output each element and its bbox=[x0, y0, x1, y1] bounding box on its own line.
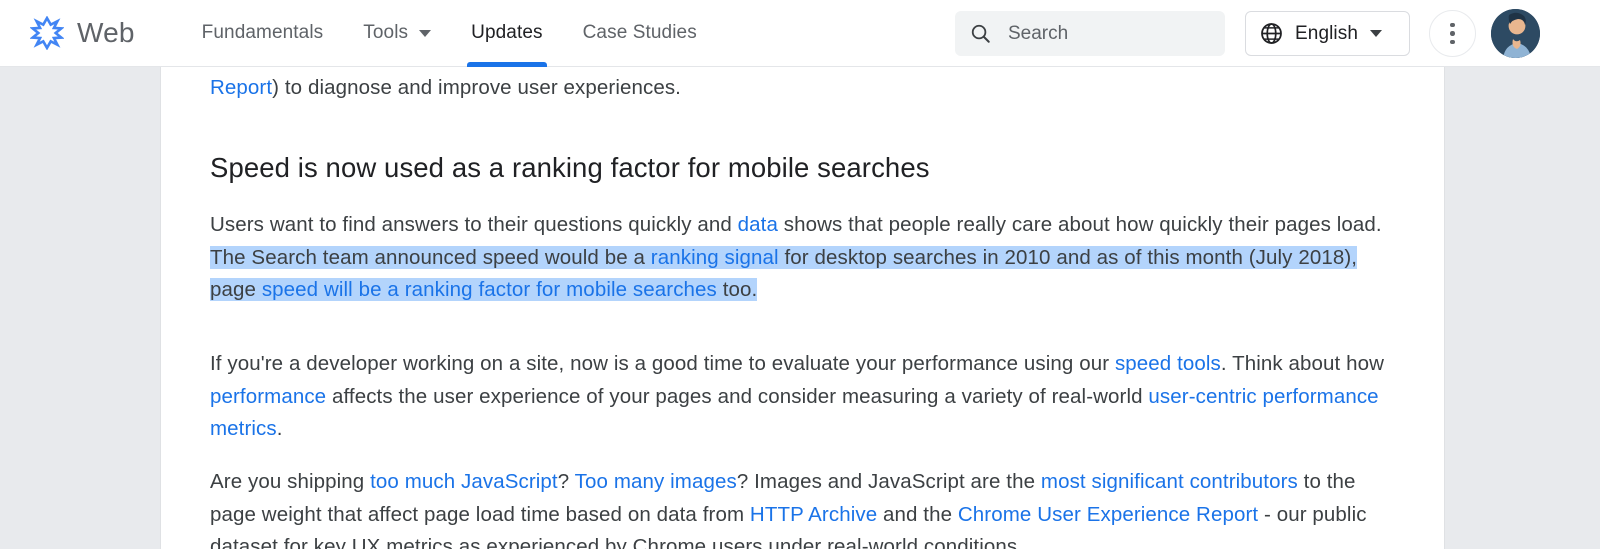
search-icon bbox=[971, 24, 990, 43]
three-dot-vertical-menu-icon bbox=[1450, 22, 1455, 28]
p3-text-3: ? Images and JavaScript are the bbox=[736, 470, 1041, 493]
nav-label-fundamentals: Fundamentals bbox=[201, 22, 324, 43]
p2-text-4: . bbox=[276, 417, 283, 440]
article-card: Report) to diagnose and improve user exp… bbox=[161, 0, 1444, 549]
menu-dot bbox=[1450, 39, 1455, 45]
p2-text-3: affects the user experience of your page… bbox=[326, 384, 1149, 408]
nav-label-tools: Tools bbox=[363, 22, 409, 43]
ranking-signal-link[interactable]: ranking signal bbox=[650, 245, 779, 269]
page-section-heading: Speed is now used as a ranking factor fo… bbox=[210, 152, 930, 183]
report-link-visible[interactable]: Report bbox=[210, 76, 272, 99]
header-divider bbox=[1418, 14, 1419, 54]
p1-sel-text-3: too. bbox=[716, 278, 758, 301]
nav-item-tools[interactable]: Tools bbox=[343, 0, 451, 67]
nav-item-case-studies[interactable]: Case Studies bbox=[563, 0, 717, 67]
user-avatar-photo-icon bbox=[1491, 9, 1540, 58]
overflow-menu-button[interactable] bbox=[1429, 10, 1476, 57]
selected-text-run: The Search team announced speed would be… bbox=[210, 245, 1358, 301]
brand-name-label: Web bbox=[77, 17, 135, 48]
globe-icon bbox=[1261, 23, 1282, 44]
search-input[interactable] bbox=[1006, 21, 1206, 46]
chevron-down-icon bbox=[1370, 30, 1383, 37]
http-archive-link[interactable]: HTTP Archive bbox=[750, 503, 877, 526]
p3-text-5: and the bbox=[877, 502, 958, 526]
avatar[interactable] bbox=[1491, 9, 1540, 58]
p3-text-2: ? bbox=[557, 470, 575, 493]
nav-label-updates: Updates bbox=[471, 22, 543, 43]
search-box[interactable] bbox=[955, 11, 1225, 56]
p2-text-2: . Think about how bbox=[1220, 352, 1385, 375]
chrome-ux-report-link[interactable]: Chrome User Experience Report bbox=[958, 503, 1258, 526]
web-fundamentals-asterisk-logo-icon bbox=[30, 16, 64, 50]
p1-sel-text-1: The Search team announced speed would be… bbox=[210, 245, 651, 269]
p2-text-1: If you're a developer working on a site,… bbox=[210, 352, 1115, 375]
page-root: Report) to diagnose and improve user exp… bbox=[0, 0, 1600, 549]
p1-text-2: shows that people really care about how … bbox=[777, 213, 1382, 236]
language-label: English bbox=[1295, 22, 1359, 44]
site-header: Web Fundamentals Tools Updates Case Stud… bbox=[0, 0, 1600, 67]
language-selector[interactable]: English bbox=[1245, 11, 1410, 56]
paragraph-javascript-images: Are you shipping too much JavaScript? To… bbox=[210, 466, 1395, 549]
p1-text-1: Users want to find answers to their ques… bbox=[210, 213, 738, 236]
paragraph-speed-ranking: Users want to find answers to their ques… bbox=[210, 209, 1395, 307]
clipped-line-rest: ) to diagnose and improve user experienc… bbox=[272, 76, 681, 99]
nav-label-case-studies: Case Studies bbox=[582, 22, 697, 43]
paragraph-developer-tools: If you're a developer working on a site,… bbox=[210, 348, 1395, 446]
nav-item-fundamentals[interactable]: Fundamentals bbox=[182, 0, 344, 67]
nav-item-updates[interactable]: Updates bbox=[451, 0, 562, 67]
clipped-paragraph-second-line: Report) to diagnose and improve user exp… bbox=[210, 72, 1395, 105]
mobile-ranking-factor-link[interactable]: speed will be a ranking factor for mobil… bbox=[261, 278, 717, 301]
speed-tools-link[interactable]: speed tools bbox=[1115, 352, 1221, 375]
menu-dot bbox=[1450, 31, 1455, 36]
data-link[interactable]: data bbox=[738, 213, 778, 236]
chevron-down-icon bbox=[419, 29, 432, 37]
brand-logo-link[interactable]: Web bbox=[30, 16, 135, 50]
too-much-javascript-link[interactable]: too much JavaScript bbox=[370, 470, 558, 493]
p3-text-1: Are you shipping bbox=[210, 470, 371, 493]
too-many-images-link[interactable]: Too many images bbox=[575, 470, 737, 493]
most-significant-contributors-link[interactable]: most significant contributors bbox=[1041, 470, 1298, 493]
primary-navigation: Fundamentals Tools Updates Case Studies bbox=[182, 0, 717, 67]
performance-link[interactable]: performance bbox=[210, 385, 326, 408]
